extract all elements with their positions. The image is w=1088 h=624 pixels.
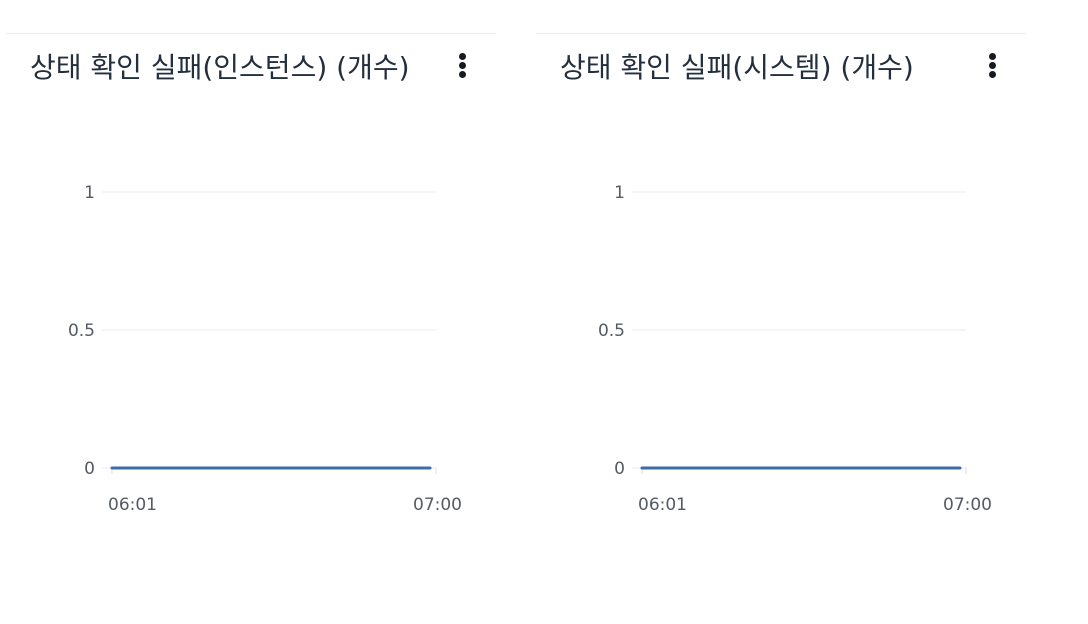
data-point [110, 466, 114, 470]
x-tick-label: 07:00 [943, 495, 992, 515]
y-tick-label: 0 [614, 459, 625, 479]
x-tick-label: 06:01 [108, 495, 157, 515]
data-point [958, 466, 962, 470]
y-tick-label: 0.5 [68, 321, 95, 341]
y-tick-label: 1 [84, 183, 95, 203]
data-point [428, 466, 432, 470]
line-chart: 0 0.5 1 06:01 07:00 [598, 183, 992, 515]
data-point [640, 466, 644, 470]
x-tick-label: 06:01 [638, 495, 687, 515]
chart-panel-instance: 상태 확인 실패(인스턴스) (개수) 0 0.5 1 06:01 07:00 [6, 33, 496, 593]
y-tick-label: 0.5 [598, 321, 625, 341]
chart-panel-system: 상태 확인 실패(시스템) (개수) 0 0.5 1 06:01 07:00 [536, 33, 1026, 593]
y-tick-label: 0 [84, 459, 95, 479]
y-tick-label: 1 [614, 183, 625, 203]
line-chart: 0 0.5 1 06:01 07:00 [68, 183, 462, 515]
x-tick-label: 07:00 [413, 495, 462, 515]
